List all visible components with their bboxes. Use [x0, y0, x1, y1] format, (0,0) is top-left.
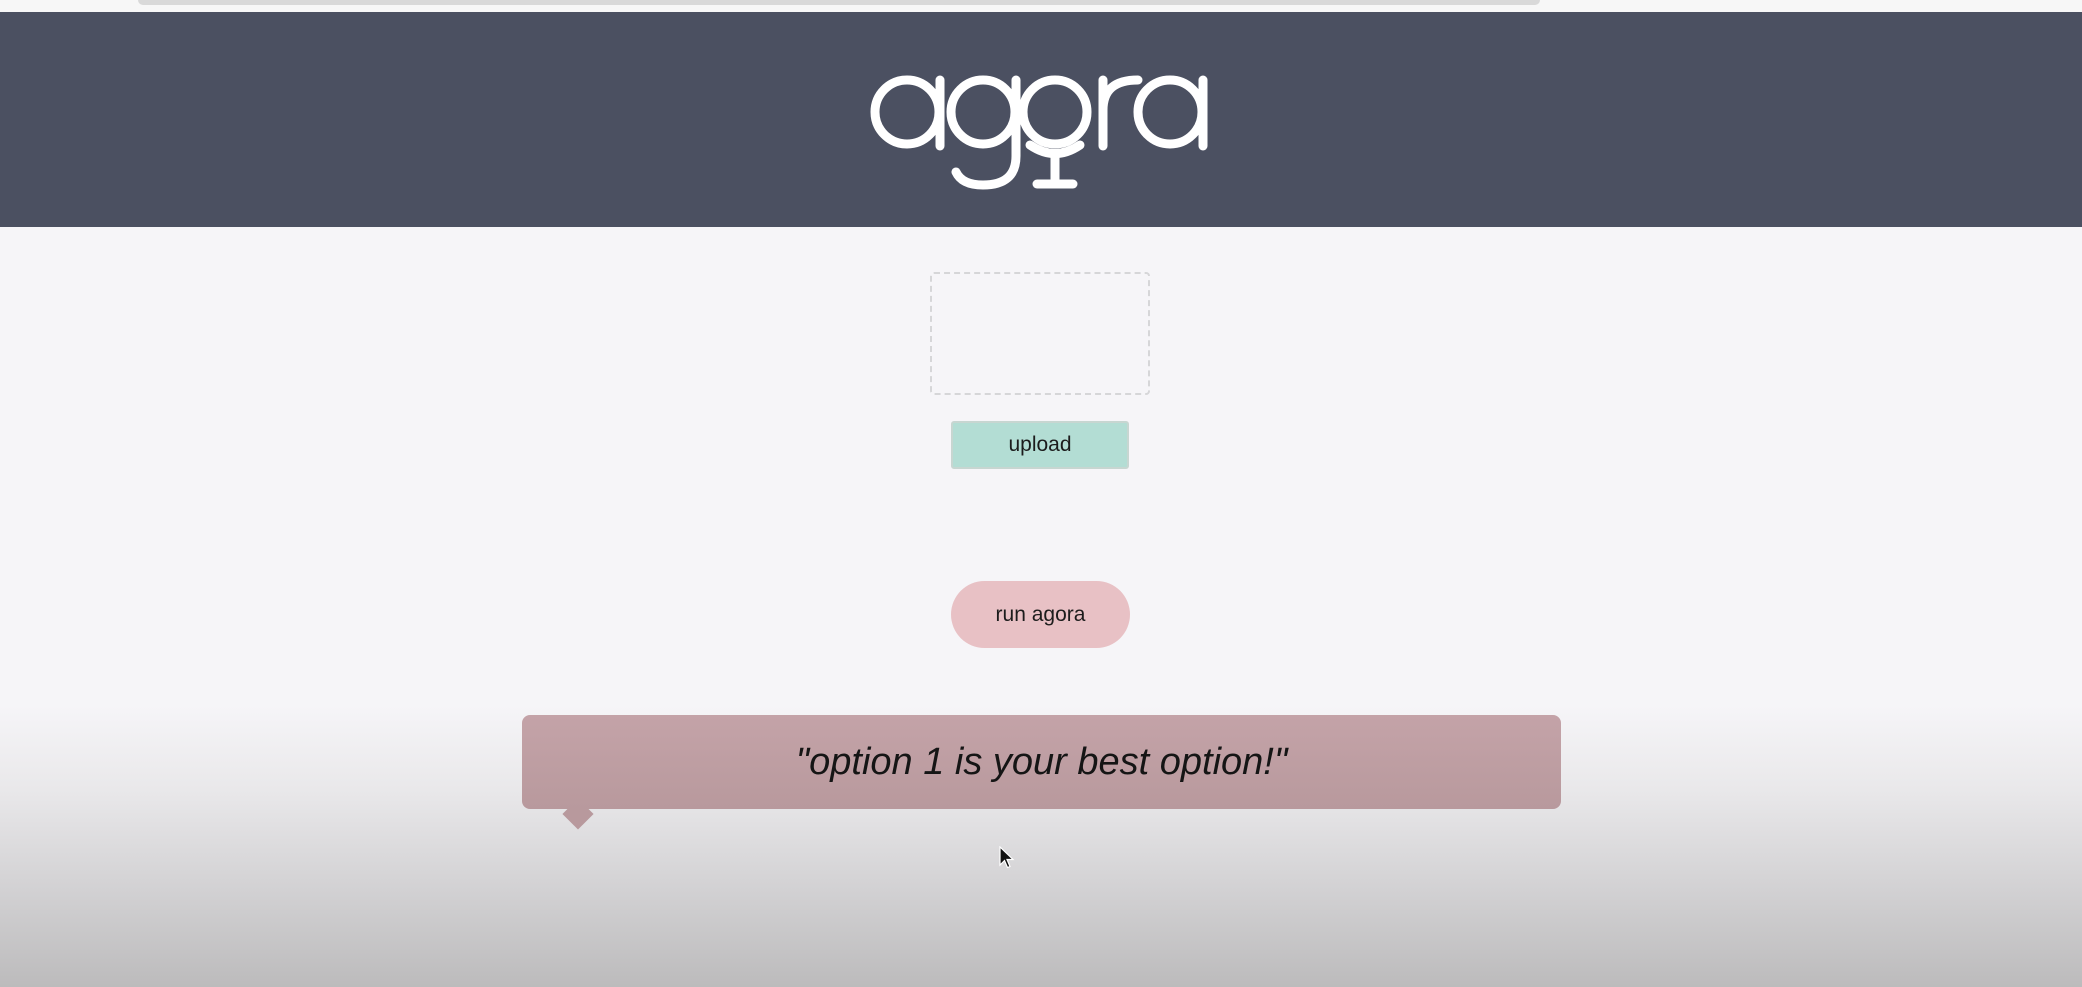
result-bubble: "option 1 is your best option!" [522, 715, 1561, 809]
browser-top-strip [0, 0, 2082, 12]
agora-logo [870, 52, 1215, 202]
mouse-pointer-icon [999, 846, 1015, 869]
address-bar-edge [138, 0, 1540, 5]
result-message: "option 1 is your best option!" [795, 740, 1288, 783]
file-drop-zone[interactable] [930, 272, 1150, 395]
agora-logo-icon [870, 75, 1208, 190]
run-agora-button[interactable]: run agora [951, 581, 1130, 648]
upload-button[interactable]: upload [951, 421, 1129, 469]
app-header [0, 12, 2082, 227]
